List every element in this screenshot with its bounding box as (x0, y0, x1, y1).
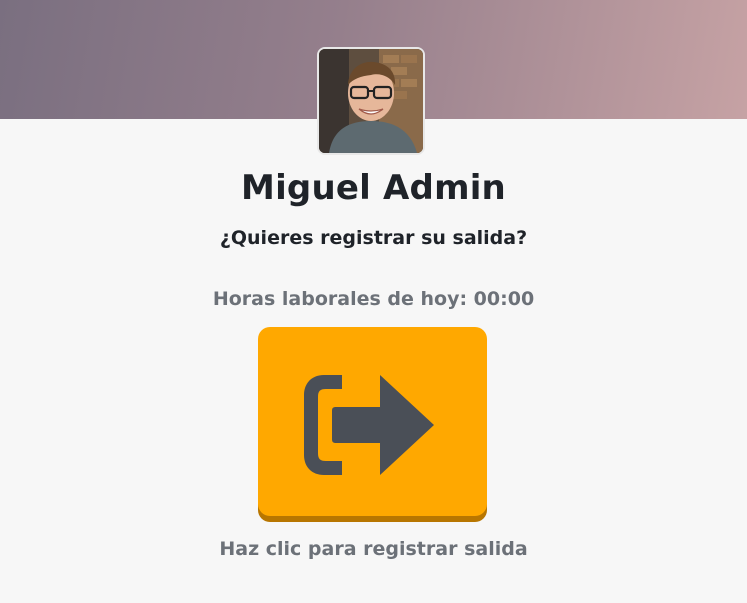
clock-out-page: Miguel Admin ¿Quieres registrar su salid… (0, 0, 747, 603)
work-hours-today: Horas laborales de hoy: 00:00 (212, 288, 535, 310)
user-photo-icon (319, 49, 423, 153)
user-name: Miguel Admin (241, 168, 506, 208)
sign-out-icon (302, 371, 436, 479)
avatar (317, 47, 425, 155)
checkout-question: ¿Quieres registrar su salida? (219, 227, 528, 249)
checkout-button[interactable] (258, 327, 487, 516)
checkout-hint: Haz clic para registrar salida (219, 538, 528, 560)
